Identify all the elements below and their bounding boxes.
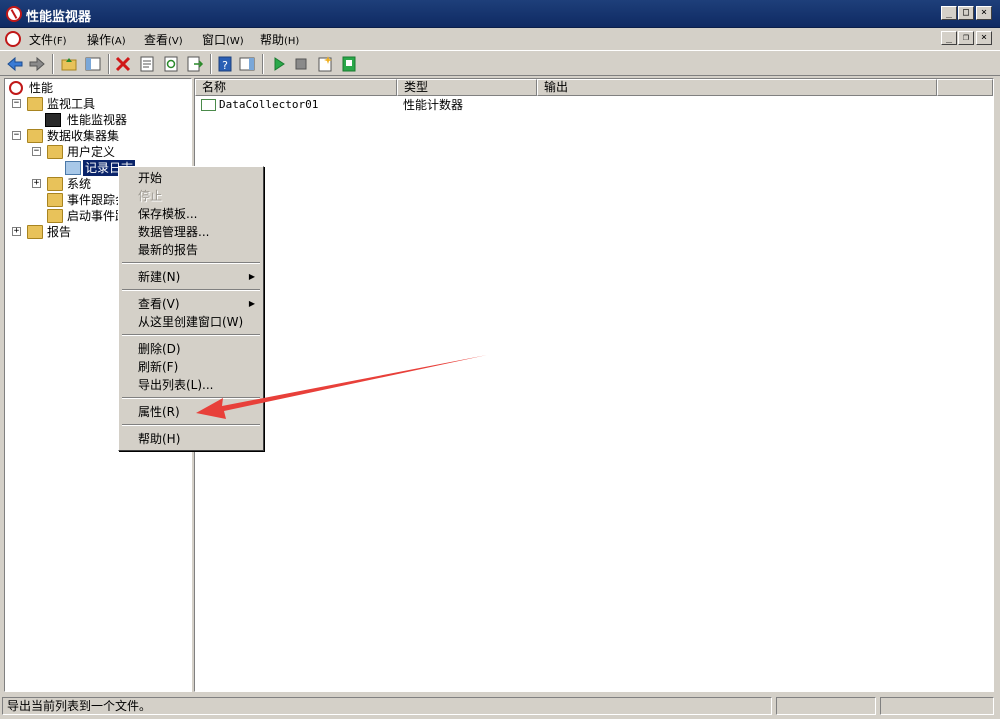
row-type: 性能计数器 [403,98,464,112]
menu-item-view[interactable]: 查看(V) ▶ [121,295,261,313]
performance-icon [9,81,23,95]
folder-icon [47,177,63,191]
menu-item-new-window[interactable]: 从这里创建窗口(W) [121,313,261,331]
close-button[interactable]: × [976,6,992,20]
menu-separator [122,262,260,264]
stop-icon[interactable] [292,55,310,73]
column-header-name[interactable]: 名称 [195,79,397,96]
table-row[interactable]: DataCollector01 性能计数器 [201,97,981,113]
export-list-icon[interactable] [186,55,204,73]
forward-icon[interactable] [28,55,46,73]
start-icon[interactable] [270,55,288,73]
svg-text:?: ? [222,59,228,72]
results-list: 名称 类型 输出 DataCollector01 性能计数器 [194,78,994,692]
minimize-button[interactable]: _ [941,6,957,20]
menu-item-properties[interactable]: 属性(R) [121,403,261,421]
column-header-type[interactable]: 类型 [397,79,537,96]
menu-item-help[interactable]: 帮助(H) [121,430,261,448]
status-bar: 导出当前列表到一个文件。 [0,694,1000,719]
menu-separator [122,289,260,291]
latest-report-icon[interactable] [340,55,358,73]
folder-chart-icon [27,97,43,111]
expand-icon[interactable]: + [32,179,41,188]
column-header-filler [937,79,993,96]
status-text: 导出当前列表到一个文件。 [2,697,772,715]
menu-separator [122,397,260,399]
menu-view[interactable]: 查看(V) [144,31,183,48]
menu-window[interactable]: 窗口(W) [202,31,244,48]
menu-action[interactable]: 操作(A) [87,31,126,48]
properties-icon[interactable] [138,55,156,73]
row-name: DataCollector01 [219,98,319,111]
menu-item-stop: 停止 [138,189,163,203]
up-folder-icon[interactable] [60,55,78,73]
folder-icon [27,129,43,143]
menu-file[interactable]: 文件(F) [29,31,67,48]
menu-separator [122,424,260,426]
menu-item-delete[interactable]: 删除(D) [121,340,261,358]
child-restore-button[interactable]: ❐ [958,31,974,45]
status-cell-3 [880,697,994,715]
performance-monitor-icon [6,6,22,22]
menu-item-refresh[interactable]: 刷新(F) [121,358,261,376]
show-action-pane-icon[interactable] [238,55,256,73]
window-title: 性能监视器 [26,10,92,25]
expand-icon[interactable]: + [12,227,21,236]
toolbar-separator [108,54,110,74]
menu-item-export-list[interactable]: 导出列表(L)... [121,376,261,394]
menu-bar: 文件(F) 操作(A) 查看(V) 窗口(W) 帮助(H) _ ❐ × [0,28,1000,50]
menu-item-data-manager[interactable]: 数据管理器... [121,223,261,241]
refresh-icon[interactable] [162,55,180,73]
perfmon-chart-icon [45,113,61,127]
menu-item-save-template[interactable]: 保存模板... [121,205,261,223]
menu-help[interactable]: 帮助(H) [260,31,299,48]
performance-counter-icon [201,99,216,111]
column-header-output[interactable]: 输出 [537,79,937,96]
new-log-icon[interactable] [316,55,334,73]
submenu-arrow-icon: ▶ [248,272,255,281]
child-minimize-button[interactable]: _ [941,31,957,45]
show-hide-tree-icon[interactable] [84,55,102,73]
delete-icon[interactable] [114,55,132,73]
folder-doc-icon [47,209,63,223]
toolbar: ? [0,50,1000,76]
collapse-icon[interactable]: − [12,131,21,140]
folder-user-icon [47,145,63,159]
toolbar-separator [262,54,264,74]
folder-report-icon [27,225,43,239]
title-bar: 性能监视器 _ □ × [0,0,1000,28]
data-collector-set-icon [65,161,81,175]
submenu-arrow-icon: ▶ [248,299,255,308]
back-icon[interactable] [6,55,24,73]
menu-separator [122,334,260,336]
help-icon[interactable]: ? [216,55,234,73]
menu-item-latest-report[interactable]: 最新的报告 [121,241,261,259]
toolbar-separator [210,54,212,74]
menu-item-start[interactable]: 开始 [121,169,261,187]
system-menu-icon[interactable] [5,31,21,47]
menu-item-new[interactable]: 新建(N) ▶ [121,268,261,286]
collapse-icon[interactable]: − [32,147,41,156]
status-cell-2 [776,697,876,715]
child-close-button[interactable]: × [976,31,992,45]
folder-doc-icon [47,193,63,207]
context-menu: 开始 停止 保存模板... 数据管理器... 最新的报告 新建(N) ▶ 查看(… [118,166,264,451]
collapse-icon[interactable]: − [12,99,21,108]
toolbar-separator [52,54,54,74]
maximize-button[interactable]: □ [958,6,974,20]
